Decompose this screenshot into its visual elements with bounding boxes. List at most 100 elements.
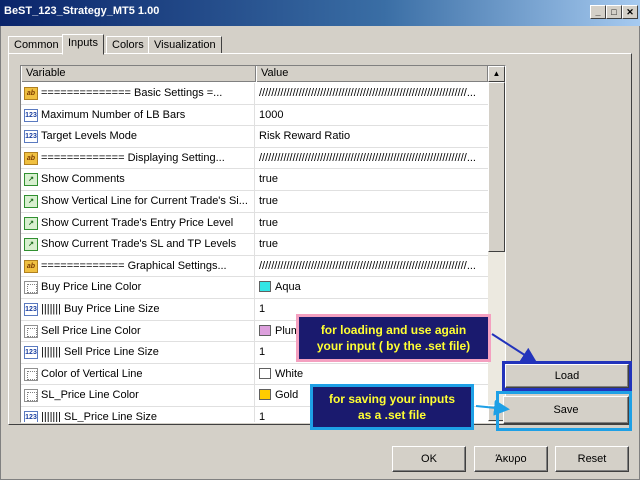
load-annotation: for loading and use again your input ( b… bbox=[296, 314, 491, 362]
variable-cell: Color of Vertical Line bbox=[21, 363, 255, 385]
color-type-icon bbox=[24, 367, 38, 381]
load-annotation-line1: for loading and use again bbox=[320, 323, 467, 337]
variable-cell: 123 ||||||| Buy Price Line Size bbox=[21, 299, 255, 320]
value-text: Aqua bbox=[275, 281, 301, 294]
value-text: ////////////////////////////////////////… bbox=[259, 259, 476, 272]
variable-label: ============== Basic Settings =... bbox=[41, 87, 223, 99]
color-type-icon bbox=[24, 324, 38, 338]
value-text: White bbox=[275, 367, 304, 380]
variable-cell: Sell Price Line Color bbox=[21, 320, 255, 342]
number-type-icon: 123 bbox=[24, 130, 38, 144]
cancel-button[interactable]: Άκυρο bbox=[474, 446, 548, 472]
variable-label: SL_Price Line Color bbox=[41, 389, 139, 402]
variable-cell: 123 ||||||| SL_Price Line Size bbox=[21, 407, 255, 423]
grid-body: Variable Value ab ============== Basic Se… bbox=[21, 66, 488, 422]
variable-label: ||||||| SL_Price Line Size bbox=[41, 411, 157, 423]
table-row[interactable]: Buy Price Line Color Aqua bbox=[21, 277, 488, 299]
close-button[interactable]: ✕ bbox=[622, 5, 638, 19]
scroll-up-arrow-icon[interactable]: ▲ bbox=[488, 66, 505, 82]
table-row[interactable]: ↗ Show Current Trade's SL and TP Levels tr… bbox=[21, 234, 488, 256]
value-text: 1 bbox=[259, 303, 266, 315]
value-cell[interactable]: White bbox=[256, 364, 488, 385]
value-cell[interactable]: ////////////////////////////////////////… bbox=[256, 148, 488, 169]
value-cell[interactable]: ////////////////////////////////////////… bbox=[256, 256, 488, 277]
value-cell[interactable]: Risk Reward Ratio bbox=[256, 126, 488, 147]
save-annotation-line2: as a .set file bbox=[357, 408, 427, 422]
value-cell[interactable]: Aqua bbox=[256, 277, 488, 298]
tab-inputs[interactable]: Inputs bbox=[62, 34, 104, 55]
ok-button[interactable]: OK bbox=[392, 446, 466, 472]
variable-cell: 123 Target Levels Mode bbox=[21, 126, 255, 147]
value-text: 1000 bbox=[259, 108, 284, 121]
column-header-value[interactable]: Value bbox=[256, 66, 488, 82]
table-row[interactable]: ab ============= Displaying Setting... ///… bbox=[21, 147, 488, 170]
maximize-button[interactable]: □ bbox=[606, 5, 622, 19]
text-type-icon: ab bbox=[24, 87, 38, 100]
value-cell[interactable]: 1000 bbox=[256, 105, 488, 126]
table-row[interactable]: 123 Target Levels Mode Risk Reward Ratio bbox=[21, 126, 488, 148]
variable-cell: ↗ Show Comments bbox=[21, 169, 255, 190]
window-title: BeST_123_Strategy_MT5 1.00 bbox=[4, 5, 160, 17]
value-cell[interactable]: true bbox=[256, 191, 488, 212]
variable-label: Show Current Trade's Entry Price Level bbox=[41, 216, 234, 229]
variable-cell: ↗ Show Current Trade's Entry Price Level bbox=[21, 212, 255, 234]
save-annotation: for saving your inputs as a .set file bbox=[310, 384, 474, 430]
value-text: Risk Reward Ratio bbox=[259, 130, 351, 143]
save-annotation-line1: for saving your inputs bbox=[328, 392, 455, 406]
tab-colors[interactable]: Colors bbox=[106, 36, 150, 54]
value-cell[interactable]: true bbox=[256, 234, 488, 255]
number-type-icon: 123 bbox=[24, 303, 38, 316]
variable-label: Show Vertical Line for Current Trade's S… bbox=[41, 195, 248, 207]
variable-label: ||||||| Sell Price Line Size bbox=[41, 346, 159, 359]
grid-header: Variable Value bbox=[21, 66, 488, 82]
color-type-icon bbox=[24, 389, 38, 403]
variable-label: ============= Displaying Setting... bbox=[41, 151, 225, 164]
color-swatch bbox=[259, 281, 271, 293]
variable-label: Sell Price Line Color bbox=[41, 324, 141, 337]
save-highlight-box bbox=[496, 391, 632, 431]
value-text: true bbox=[259, 238, 278, 251]
boolean-type-icon: ↗ bbox=[24, 173, 38, 187]
value-text: true bbox=[259, 195, 278, 207]
boolean-type-icon: ↗ bbox=[24, 238, 38, 252]
variable-cell: ab ============== Basic Settings =... bbox=[21, 83, 255, 104]
boolean-type-icon: ↗ bbox=[24, 216, 38, 230]
table-row[interactable]: Color of Vertical Line White bbox=[21, 363, 488, 386]
table-row[interactable]: ab ============= Graphical Settings... ///… bbox=[21, 255, 488, 278]
value-cell[interactable]: true bbox=[256, 169, 488, 190]
boolean-type-icon: ↗ bbox=[24, 195, 38, 208]
table-row[interactable]: ↗ Show Current Trade's Entry Price Level t… bbox=[21, 212, 488, 235]
number-type-icon: 123 bbox=[24, 411, 38, 422]
table-row[interactable]: ab ============== Basic Settings =... ////… bbox=[21, 83, 488, 105]
color-type-icon bbox=[24, 281, 38, 295]
color-swatch bbox=[259, 367, 271, 379]
tab-visualization[interactable]: Visualization bbox=[148, 36, 222, 54]
title-bar: BeST_123_Strategy_MT5 1.00 _ □ ✕ bbox=[0, 0, 640, 26]
inputs-grid: Variable Value ab ============== Basic Se… bbox=[20, 65, 506, 423]
text-type-icon: ab bbox=[24, 151, 38, 165]
load-highlight-box bbox=[502, 361, 632, 391]
value-cell[interactable]: ////////////////////////////////////////… bbox=[256, 83, 488, 104]
variable-cell: Buy Price Line Color bbox=[21, 277, 255, 298]
value-cell[interactable]: true bbox=[256, 213, 488, 234]
variable-cell: ↗ Show Current Trade's SL and TP Levels bbox=[21, 234, 255, 255]
table-row[interactable]: ↗ Show Vertical Line for Current Trade's … bbox=[21, 191, 488, 213]
table-row[interactable]: ↗ Show Comments true bbox=[21, 169, 488, 191]
value-text: 1 bbox=[259, 411, 266, 423]
tab-common[interactable]: Common bbox=[8, 36, 65, 54]
color-swatch bbox=[259, 324, 271, 336]
color-swatch bbox=[259, 389, 271, 401]
variable-label: Target Levels Mode bbox=[41, 130, 137, 143]
reset-button[interactable]: Reset bbox=[555, 446, 629, 472]
scrollbar-thumb[interactable] bbox=[488, 82, 505, 252]
load-annotation-line2: your input ( by the .set file) bbox=[316, 339, 471, 353]
table-row[interactable]: 123 Maximum Number of LB Bars 1000 bbox=[21, 104, 488, 127]
minimize-button[interactable]: _ bbox=[590, 5, 606, 19]
number-type-icon: 123 bbox=[24, 108, 38, 122]
value-text: 1 bbox=[259, 346, 266, 359]
variable-cell: SL_Price Line Color bbox=[21, 385, 255, 406]
variable-label: ============= Graphical Settings... bbox=[41, 259, 227, 272]
variable-cell: 123 Maximum Number of LB Bars bbox=[21, 104, 255, 126]
column-header-variable[interactable]: Variable bbox=[21, 66, 256, 82]
variable-cell: ab ============= Graphical Settings... bbox=[21, 255, 255, 277]
